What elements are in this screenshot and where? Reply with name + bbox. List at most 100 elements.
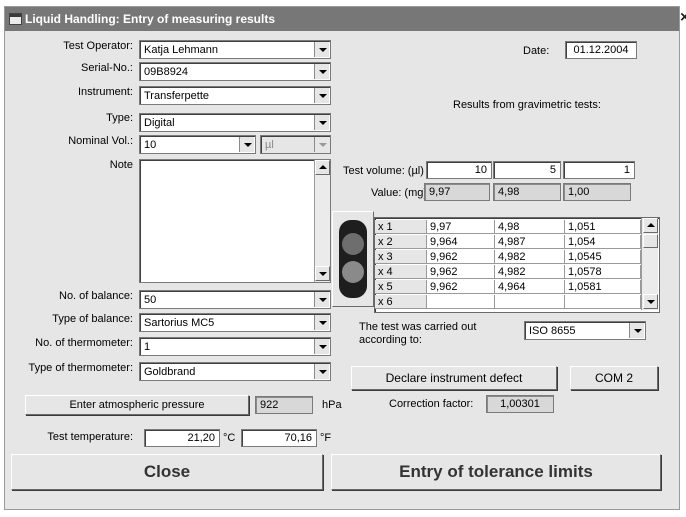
chevron-down-icon (314, 137, 329, 152)
standard-value: ISO 8655 (529, 325, 576, 337)
grid-cell[interactable]: 9,964 (427, 235, 495, 249)
results-grid[interactable]: x 1 9,97 4,98 1,051 x 2 9,964 4,987 1,054 x 3 9,9… (374, 217, 660, 313)
nominal-vol-value: 10 (144, 139, 157, 151)
type-of-balance-label: Type of balance: (52, 313, 133, 325)
main-window: Liquid Handling: Entry of measuring resu… (4, 6, 680, 510)
grid-cell[interactable]: 1,0578 (565, 265, 641, 279)
grid-row-label: x 4 (375, 265, 427, 279)
scroll-thumb[interactable] (643, 234, 658, 248)
grid-cell[interactable]: 4,98 (495, 220, 565, 234)
grid-cell[interactable]: 9,962 (427, 280, 495, 294)
value-label: Value: (mg) (371, 187, 428, 199)
nominal-vol-label: Nominal Vol.: (68, 135, 133, 147)
grid-cell[interactable]: 1,0581 (565, 280, 641, 294)
traffic-light-icon (339, 220, 367, 298)
grid-cell[interactable]: 4,982 (495, 250, 565, 264)
grid-cell[interactable]: 9,962 (427, 265, 495, 279)
scroll-up-icon[interactable] (643, 218, 658, 233)
close-button[interactable]: Close (11, 454, 323, 490)
chevron-down-icon[interactable] (314, 315, 329, 330)
chevron-down-icon[interactable] (314, 42, 329, 57)
grid-row-label: x 1 (375, 220, 427, 234)
grid-cell[interactable]: 4,982 (495, 265, 565, 279)
chevron-down-icon[interactable] (314, 292, 329, 307)
grid-cell[interactable]: 9,97 (427, 220, 495, 234)
standard-select[interactable]: ISO 8655 (524, 321, 646, 340)
test-volume-1[interactable]: 10 (426, 161, 492, 179)
grid-cell[interactable] (565, 295, 641, 309)
com-port-button[interactable]: COM 2 (570, 366, 658, 390)
chevron-down-icon[interactable] (314, 88, 329, 103)
type-of-balance-value: Sartorius MC5 (144, 317, 215, 329)
no-of-balance-label: No. of balance: (59, 290, 133, 302)
results-grid-body: x 1 9,97 4,98 1,051 x 2 9,964 4,987 1,054 x 3 9,9… (375, 218, 641, 312)
test-volume-3[interactable]: 1 (563, 161, 635, 179)
note-label: Note (109, 159, 133, 171)
instrument-value: Transferpette (144, 90, 210, 102)
test-volume-label: Test volume: (µl) (343, 165, 424, 177)
celsius-unit: °C (223, 432, 236, 444)
chevron-down-icon[interactable] (239, 137, 254, 152)
chevron-down-icon[interactable] (314, 115, 329, 130)
chevron-down-icon[interactable] (629, 323, 644, 338)
test-volume-2[interactable]: 5 (493, 161, 561, 179)
type-select[interactable]: Digital (139, 113, 331, 132)
date-label: Date: (523, 45, 550, 57)
enter-atmospheric-pressure-button[interactable]: Enter atmospheric pressure (25, 395, 249, 415)
value-1: 9,97 (424, 183, 490, 201)
test-operator-select[interactable]: Katja Lehmann (139, 40, 331, 59)
grid-cell[interactable]: 1,051 (565, 220, 641, 234)
note-textarea[interactable] (139, 159, 331, 283)
grid-cell[interactable]: 4,987 (495, 235, 565, 249)
grid-cell[interactable]: 1,0545 (565, 250, 641, 264)
grid-row-label: x 6 (375, 295, 427, 309)
atmospheric-pressure-field: 922 (255, 396, 313, 414)
serial-no-label: Serial-No.: (81, 62, 133, 74)
type-value: Digital (144, 117, 175, 129)
no-of-thermometer-value: 1 (144, 341, 151, 353)
scroll-up-icon[interactable] (315, 160, 330, 175)
date-field[interactable]: 01.12.2004 (565, 41, 637, 59)
test-temperature-label: Test temperature: (47, 431, 133, 443)
type-of-thermometer-select[interactable]: Goldbrand (139, 362, 331, 381)
tolerance-limits-button[interactable]: Entry of tolerance limits (331, 454, 661, 490)
chevron-down-icon[interactable] (314, 364, 329, 379)
fahrenheit-input[interactable]: 70,16 (241, 429, 317, 447)
grid-cell[interactable]: 1,054 (565, 235, 641, 249)
results-grid-scrollbar[interactable] (641, 218, 658, 310)
scroll-down-icon[interactable] (643, 294, 658, 309)
type-of-thermometer-label: Type of thermometer: (28, 362, 133, 374)
nominal-vol-select[interactable]: 10 (139, 135, 256, 154)
declare-defect-button[interactable]: Declare instrument defect (351, 366, 557, 390)
correction-factor-field: 1,00301 (486, 395, 554, 413)
grid-cell[interactable]: 4,964 (495, 280, 565, 294)
serial-no-select[interactable]: 09B8924 (139, 62, 331, 81)
close-icon[interactable]: × (680, 10, 686, 26)
no-of-thermometer-select[interactable]: 1 (139, 337, 331, 356)
traffic-light-panel (332, 211, 374, 307)
instrument-select[interactable]: Transferpette (139, 86, 331, 105)
instrument-label: Instrument: (77, 86, 133, 98)
note-scrollbar[interactable] (314, 160, 330, 282)
window-title: Liquid Handling: Entry of measuring resu… (25, 12, 276, 26)
correction-factor-label: Correction factor: (389, 398, 474, 410)
grid-cell[interactable] (427, 295, 495, 309)
test-operator-label: Test Operator: (63, 40, 133, 52)
nominal-vol-unit-select: µl (260, 135, 331, 154)
type-of-balance-select[interactable]: Sartorius MC5 (139, 313, 331, 332)
no-of-balance-value: 50 (144, 294, 157, 306)
standard-label: The test was carried out according to: (359, 321, 477, 346)
chevron-down-icon[interactable] (314, 64, 329, 79)
grid-row-label: x 2 (375, 235, 427, 249)
fahrenheit-unit: °F (320, 432, 332, 444)
scroll-down-icon[interactable] (315, 266, 330, 281)
no-of-balance-select[interactable]: 50 (139, 290, 331, 309)
nominal-vol-unit: µl (265, 139, 274, 151)
pressure-unit: hPa (322, 399, 342, 411)
grid-cell[interactable]: 9,962 (427, 250, 495, 264)
celsius-input[interactable]: 21,20 (144, 429, 220, 447)
serial-no-value: 09B8924 (144, 66, 189, 78)
window-icon (9, 13, 22, 25)
chevron-down-icon[interactable] (314, 339, 329, 354)
grid-cell[interactable] (495, 295, 565, 309)
